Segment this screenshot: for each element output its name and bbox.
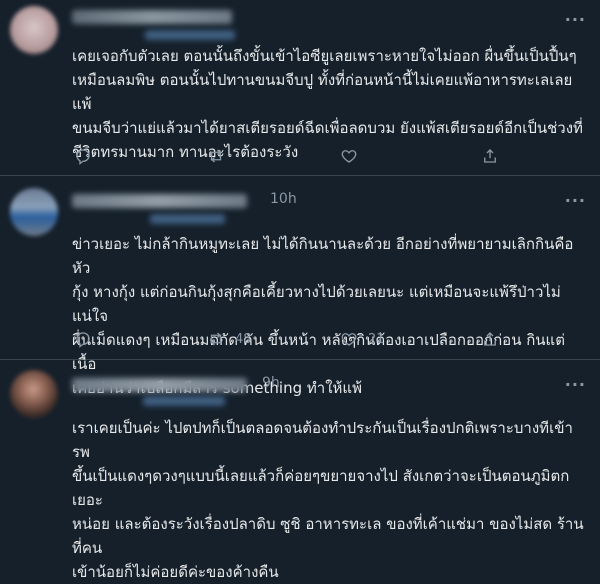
author-name[interactable] xyxy=(72,194,247,208)
like-button[interactable]: 21 xyxy=(340,328,385,350)
tweet-3: 9h ··· เราเคยเป็นค่ะ ไปตปทก็เป็นตลอดจนต้… xyxy=(0,360,600,581)
reply-button[interactable] xyxy=(74,145,92,167)
tweet-actions xyxy=(60,145,520,167)
reply-button[interactable] xyxy=(74,328,92,350)
author-handle[interactable] xyxy=(145,30,235,40)
share-icon xyxy=(484,149,496,163)
reply-icon xyxy=(76,149,90,165)
retweet-count: 48 xyxy=(235,331,252,347)
more-options-icon[interactable]: ··· xyxy=(565,191,586,210)
heart-icon xyxy=(341,333,357,346)
author-handle[interactable] xyxy=(143,396,225,406)
tweet-actions: 48 21 xyxy=(60,328,520,350)
tweet-time[interactable]: 10h xyxy=(270,191,297,207)
more-options-icon[interactable]: ··· xyxy=(565,375,586,394)
heart-icon xyxy=(341,150,357,163)
like-count: 21 xyxy=(368,331,385,347)
reply-icon xyxy=(76,332,90,348)
share-icon xyxy=(484,332,496,346)
tweet-1: ··· เคยเจอกับตัวเลย ตอนนั้นถึงขั้นเข้าไอ… xyxy=(0,0,600,176)
tweet-time[interactable]: 9h xyxy=(262,375,280,391)
more-options-icon[interactable]: ··· xyxy=(565,10,586,29)
author-name[interactable] xyxy=(72,10,232,24)
share-button[interactable] xyxy=(481,328,499,350)
avatar[interactable] xyxy=(10,6,58,54)
tweet-2: 10h ··· ข่าวเยอะ ไม่กล้ากินหมูทะเลย ไม่ไ… xyxy=(0,176,600,397)
retweet-button[interactable] xyxy=(207,145,235,167)
tweet-text: เราเคยเป็นค่ะ ไปตปทก็เป็นตลอดจนต้องทำประ… xyxy=(72,419,584,581)
retweet-button[interactable]: 48 xyxy=(207,328,252,350)
like-button[interactable] xyxy=(340,145,368,167)
retweet-icon xyxy=(210,149,222,163)
avatar[interactable] xyxy=(10,370,58,418)
author-handle[interactable] xyxy=(150,214,225,224)
retweet-icon xyxy=(210,332,222,346)
share-button[interactable] xyxy=(481,145,499,167)
avatar[interactable] xyxy=(10,188,58,236)
author-name[interactable] xyxy=(72,378,247,392)
